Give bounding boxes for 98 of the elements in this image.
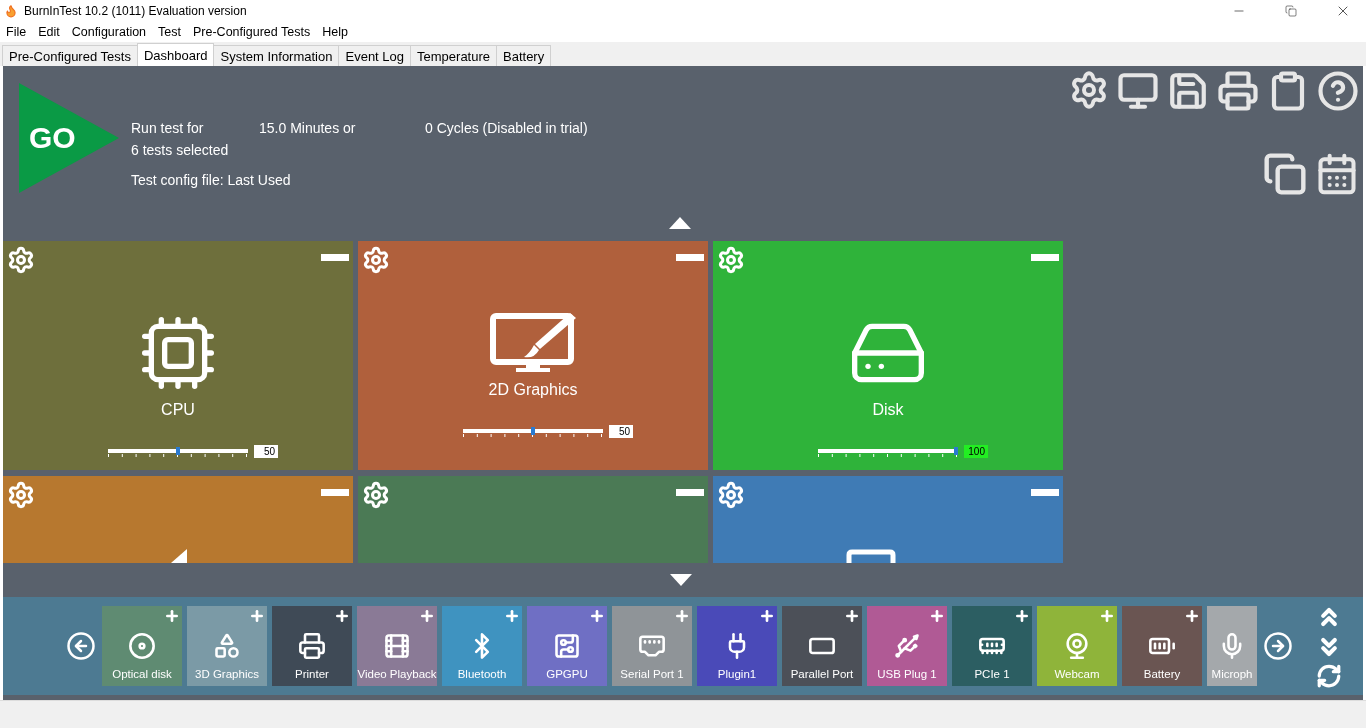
settings-icon[interactable] — [7, 481, 35, 509]
settings-icon[interactable] — [362, 481, 390, 509]
webcam-icon — [1063, 632, 1091, 660]
tab[interactable]: Temperature — [410, 45, 497, 66]
test-tile[interactable]: Disk 100 — [713, 241, 1063, 470]
test-tile[interactable]: PCIe 1 — [952, 606, 1032, 686]
minimize-tile-button[interactable] — [1031, 254, 1059, 261]
tile-label: Video Playback — [357, 668, 437, 680]
add-icon[interactable] — [419, 608, 435, 624]
cycles-text: 0 Cycles (Disabled in trial) — [425, 120, 588, 136]
add-icon[interactable] — [1014, 608, 1030, 624]
add-icon[interactable] — [929, 608, 945, 624]
tile-label: PCIe 1 — [974, 668, 1010, 680]
config-file-text: Test config file: Last Used — [131, 172, 292, 188]
triangle-icon — [171, 549, 187, 563]
minimize-tile-button[interactable] — [676, 489, 704, 496]
test-tile[interactable]: USB Plug 1 — [867, 606, 947, 686]
test-tile[interactable]: Video Playback — [357, 606, 437, 686]
tests-selected-text: 6 tests selected — [131, 142, 230, 158]
test-tile[interactable]: Parallel Port — [782, 606, 862, 686]
help-icon[interactable] — [1317, 70, 1359, 112]
tile-label: 3D Graphics — [195, 668, 259, 680]
test-tile[interactable]: Plugin1 — [697, 606, 777, 686]
tab[interactable]: Event Log — [338, 45, 412, 66]
disc-icon — [128, 632, 156, 660]
menu-item[interactable]: Test — [152, 25, 187, 39]
level-reading: 100 — [964, 445, 988, 458]
add-icon[interactable] — [164, 608, 180, 624]
menu-item[interactable]: Pre-Configured Tests — [187, 25, 317, 39]
windows-icon[interactable] — [1263, 152, 1307, 196]
level-slider[interactable] — [108, 446, 248, 457]
slider-thumb[interactable] — [954, 446, 958, 455]
menu-item[interactable]: Configuration — [65, 25, 153, 39]
monitor-icon[interactable] — [1117, 70, 1159, 112]
usb-icon — [893, 632, 921, 660]
settings-icon[interactable] — [717, 481, 745, 509]
add-icon[interactable] — [844, 608, 860, 624]
tile-label: Disk — [872, 401, 904, 419]
settings-icon[interactable] — [362, 246, 390, 274]
test-tile[interactable]: Battery — [1122, 606, 1202, 686]
shapes-icon — [213, 632, 241, 660]
level-slider[interactable] — [818, 446, 958, 457]
test-tile[interactable]: GPGPU — [527, 606, 607, 686]
menu-item[interactable]: Edit — [32, 25, 66, 39]
add-icon[interactable] — [589, 608, 605, 624]
printer-icon — [298, 632, 326, 660]
tile-label: Microph — [1211, 668, 1253, 680]
tile-label: Plugin1 — [717, 668, 757, 680]
tile-label: Webcam — [1054, 668, 1100, 680]
tab[interactable]: Dashboard — [136, 43, 215, 66]
tile-label: Printer — [295, 668, 329, 680]
test-tile[interactable]: CPU 50 — [3, 241, 353, 470]
settings-icon[interactable] — [7, 246, 35, 274]
tab[interactable]: System Information — [213, 45, 340, 66]
menu-item[interactable]: File — [0, 25, 33, 39]
menu-item[interactable]: Help — [316, 25, 354, 39]
restore-icon[interactable] — [1285, 5, 1297, 17]
slider-thumb[interactable] — [531, 426, 535, 435]
slider-thumb[interactable] — [176, 446, 180, 455]
tile-label: Optical disk — [112, 668, 172, 680]
add-icon[interactable] — [334, 608, 350, 624]
tile-label: 2D Graphics — [488, 381, 578, 399]
printer-icon[interactable] — [1217, 70, 1259, 112]
tile-label: Battery — [1143, 668, 1181, 680]
go-button[interactable]: GO — [19, 83, 119, 193]
level-reading: 50 — [609, 425, 633, 438]
duration-text: 15.0 Minutes or — [259, 120, 357, 136]
scroll-down-arrow[interactable] — [670, 574, 692, 586]
level-slider[interactable] — [463, 426, 603, 437]
level-reading: 50 — [254, 445, 278, 458]
film-reel-icon — [383, 632, 411, 660]
minimize-tile-button[interactable] — [676, 254, 704, 261]
tile-label: CPU — [161, 401, 195, 419]
window-title: BurnInTest 10.2 (1011) Evaluation version — [24, 4, 248, 18]
tile-label: Serial Port 1 — [620, 668, 684, 680]
tile-label: GPGPU — [546, 668, 588, 680]
tab[interactable]: Battery — [496, 45, 552, 66]
minimize-tile-button[interactable] — [321, 254, 349, 261]
flame-icon — [4, 4, 18, 18]
test-tile[interactable]: Printer — [272, 606, 352, 686]
minimize-tile-button[interactable] — [1031, 489, 1059, 496]
next-button[interactable] — [1263, 631, 1293, 661]
tile-label: Bluetooth — [457, 668, 507, 680]
test-tile[interactable]: 2D Graphics 50 — [358, 241, 708, 470]
add-icon[interactable] — [1184, 608, 1200, 624]
test-tile[interactable]: Optical disk — [102, 606, 182, 686]
tile-label: Parallel Port — [790, 668, 854, 680]
tile-label: USB Plug 1 — [877, 668, 937, 680]
settings-icon[interactable] — [717, 246, 745, 274]
run-test-label: Run test for — [131, 120, 205, 136]
previous-button[interactable] — [66, 631, 96, 661]
monitor-brush-icon — [490, 313, 576, 373]
settings-icon[interactable] — [1069, 70, 1109, 110]
tab[interactable]: Pre-Configured Tests — [2, 45, 138, 66]
minimize-tile-button[interactable] — [321, 489, 349, 496]
add-icon[interactable] — [759, 608, 775, 624]
scroll-up-arrow[interactable] — [669, 217, 691, 229]
refresh-icon[interactable] — [1316, 663, 1342, 689]
